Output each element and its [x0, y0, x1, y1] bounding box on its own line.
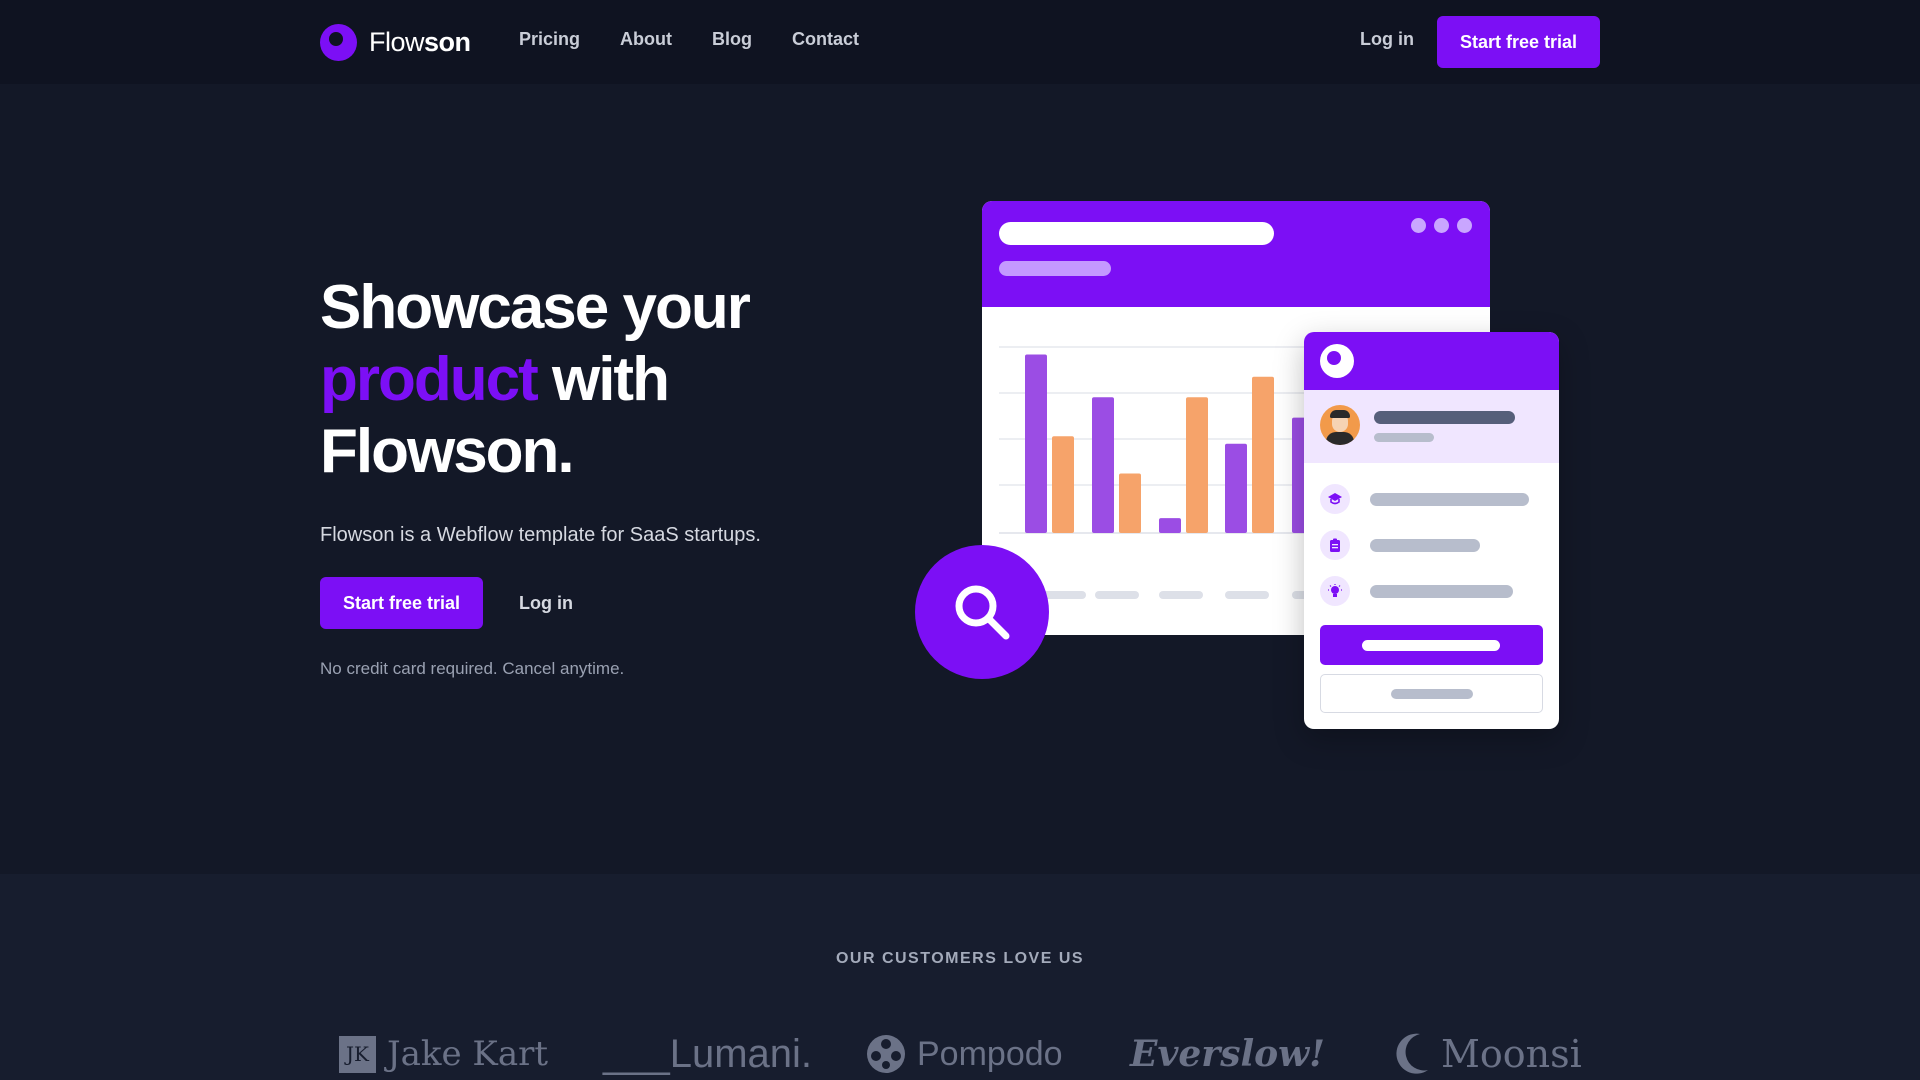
customer-logos: JK Jake Kart ___Lumani. Pompodo Everslow… — [0, 1024, 1920, 1080]
chart-bar-orange — [1186, 397, 1208, 533]
dashboard-subtitle-placeholder — [999, 261, 1111, 276]
hero-title-accent: product — [320, 345, 539, 414]
chart-bar-purple — [1092, 397, 1114, 533]
logo-icon — [1320, 344, 1354, 378]
chart-bar-orange — [1252, 376, 1274, 533]
hero-subtitle: Flowson is a Webflow template for SaaS s… — [320, 524, 761, 546]
nav-start-trial-button[interactable]: Start free trial — [1437, 16, 1600, 68]
customer-logo-lumani: ___Lumani. — [603, 1031, 813, 1076]
chart-label-placeholder — [1159, 591, 1203, 599]
graduation-cap-icon — [1320, 484, 1350, 514]
nav-link-about[interactable]: About — [620, 29, 672, 50]
moon-icon — [1396, 1033, 1428, 1074]
nav-link-contact[interactable]: Contact — [792, 29, 859, 50]
dashboard-header — [982, 201, 1490, 307]
search-icon — [915, 545, 1049, 679]
lightbulb-icon — [1320, 576, 1350, 606]
customer-logo-jake-kart: JK Jake Kart — [339, 1024, 548, 1080]
profile-list-item — [1320, 530, 1544, 560]
hero-login-link[interactable]: Log in — [519, 593, 573, 614]
hero-title: Showcase your product with Flowson. — [320, 273, 751, 486]
chart-label-placeholder — [1225, 591, 1269, 599]
profile-user-row — [1304, 390, 1559, 463]
profile-primary-button-placeholder — [1320, 625, 1543, 665]
chart-bar-purple — [1159, 518, 1181, 533]
customer-logo-pompodo: Pompodo — [866, 1024, 1063, 1080]
jake-kart-mark: JK — [339, 1035, 376, 1073]
profile-card-header — [1304, 332, 1559, 390]
profile-list-item — [1320, 576, 1544, 606]
hero-start-trial-button[interactable]: Start free trial — [320, 577, 483, 629]
chart-bar-purple — [1025, 354, 1047, 533]
hero-note: No credit card required. Cancel anytime. — [320, 659, 625, 678]
profile-role-placeholder — [1374, 433, 1434, 442]
customer-logo-everslow: Everslow! — [1130, 1033, 1325, 1075]
profile-name-placeholder — [1374, 411, 1515, 424]
brand-name: Flowson — [369, 26, 471, 57]
logo-icon — [320, 23, 357, 61]
navbar-inner: Flowson Pricing About Blog Contact Log i… — [320, 0, 1600, 84]
customers-section: OUR CUSTOMERS LOVE US JK Jake Kart ___Lu… — [0, 874, 1920, 1080]
customer-logo-moonsi: Moonsi — [1394, 1024, 1582, 1080]
profile-secondary-button-placeholder — [1320, 674, 1543, 713]
profile-card-illustration — [1304, 332, 1559, 729]
chart-bar-purple — [1225, 443, 1247, 533]
nav-link-pricing[interactable]: Pricing — [519, 29, 580, 50]
dashboard-title-placeholder — [999, 222, 1274, 245]
chart-label-placeholder — [1042, 591, 1086, 599]
chart-bar-orange — [1119, 473, 1141, 533]
window-dots — [1411, 218, 1472, 233]
chart-bar-orange — [1052, 436, 1074, 533]
brand-logo[interactable]: Flowson — [320, 23, 471, 61]
nav-links: Pricing About Blog Contact — [519, 29, 859, 50]
avatar — [1320, 405, 1360, 445]
nav-login-link[interactable]: Log in — [1360, 29, 1414, 50]
navbar: Flowson Pricing About Blog Contact Log i… — [0, 0, 1920, 84]
nav-link-blog[interactable]: Blog — [712, 29, 752, 50]
pompodo-film-icon — [867, 1035, 905, 1073]
profile-list-item — [1320, 484, 1544, 514]
customers-heading: OUR CUSTOMERS LOVE US — [835, 950, 1085, 967]
chart-label-placeholder — [1095, 591, 1139, 599]
clipboard-icon — [1320, 530, 1350, 560]
